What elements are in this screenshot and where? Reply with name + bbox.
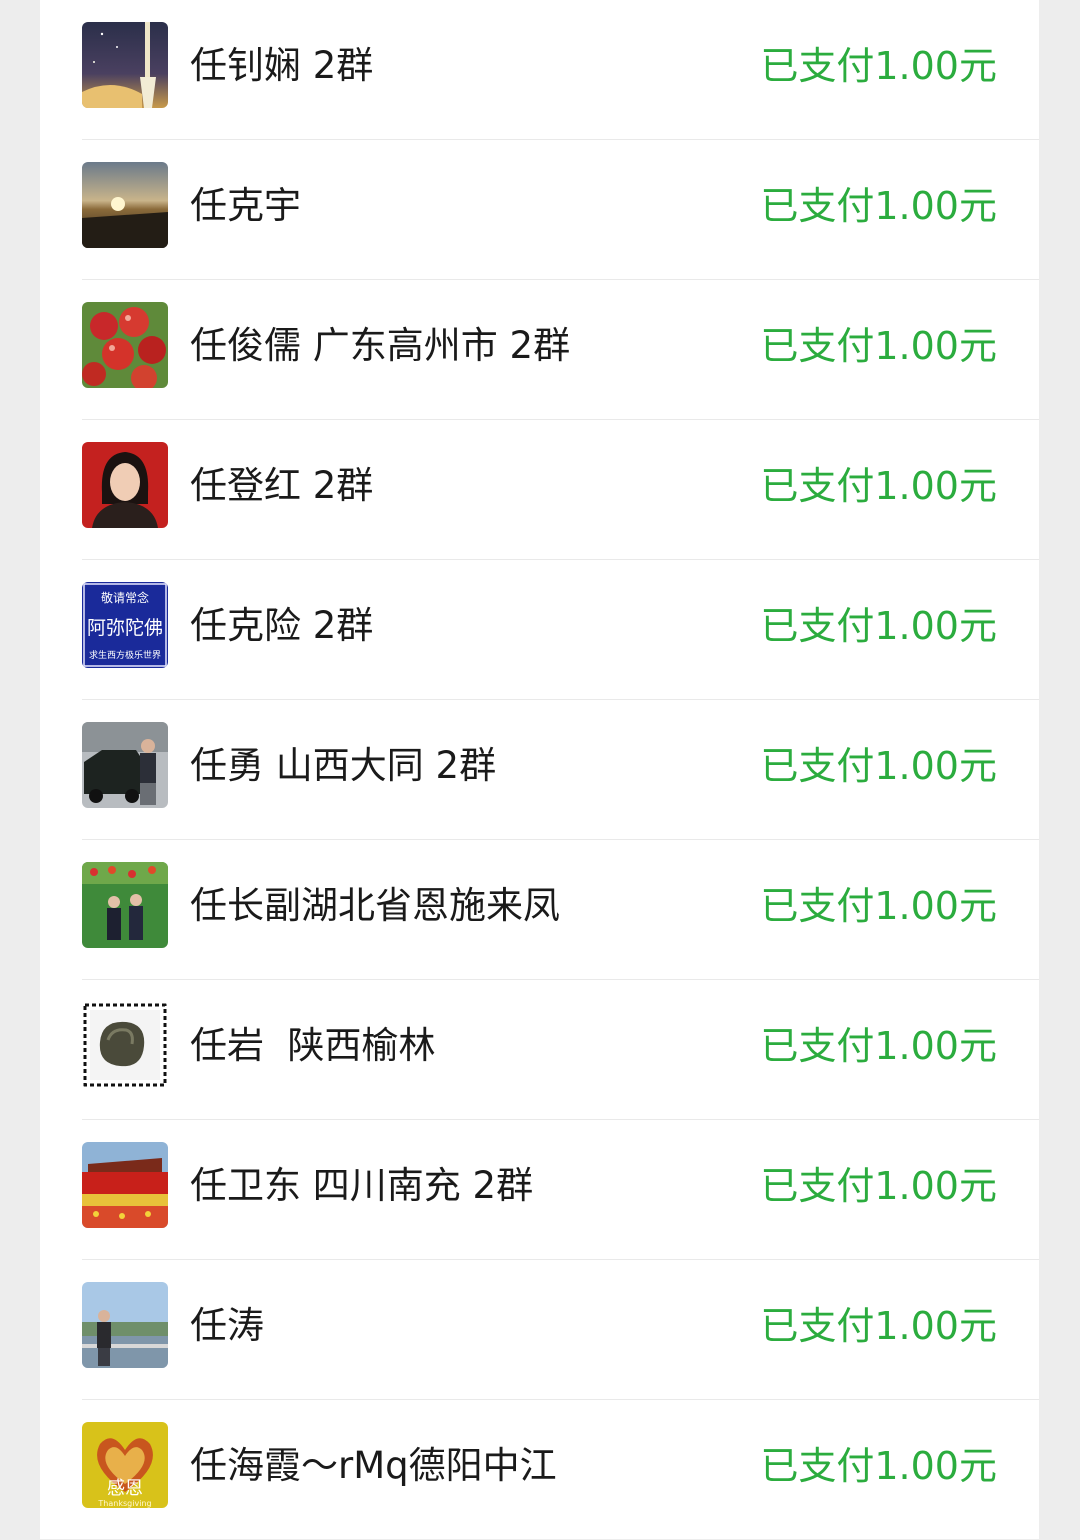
sunrise-clouds-avatar xyxy=(82,162,168,248)
list-item[interactable]: 任长副湖北省恩施来凤 已支付1.00元 xyxy=(40,840,1039,980)
member-list: 任钊娴 2群 已支付1.00元 任克宇 已支付1.00元 任俊儒 广东高州市 2… xyxy=(40,0,1039,1540)
payment-status: 已支付1.00元 xyxy=(760,1024,997,1068)
payment-status: 已支付1.00元 xyxy=(760,604,997,648)
list-item[interactable]: 任岩 陕西榆林 已支付1.00元 xyxy=(40,980,1039,1120)
avatar-text-main: 感恩 xyxy=(107,1478,143,1499)
member-name: 任俊儒 广东高州市 2群 xyxy=(190,324,571,367)
member-name: 任钊娴 2群 xyxy=(190,44,374,87)
list-item[interactable]: 任克宇 已支付1.00元 xyxy=(40,140,1039,280)
member-name: 任勇 山西大同 2群 xyxy=(190,744,497,787)
avatar-text-main: 阿弥陀佛 xyxy=(87,617,163,639)
list-item[interactable]: 感恩 Thanksgiving 任海霞～rMq德阳中江 已支付1.00元 xyxy=(40,1400,1039,1540)
avatar[interactable] xyxy=(82,1002,168,1088)
avatar[interactable] xyxy=(82,1142,168,1228)
avatar[interactable] xyxy=(82,1282,168,1368)
payment-status: 已支付1.00元 xyxy=(760,464,997,508)
tiananmen-flowers-avatar xyxy=(82,1142,168,1228)
list-item[interactable]: 任涛 已支付1.00元 xyxy=(40,1260,1039,1400)
list-item[interactable]: 任勇 山西大同 2群 已支付1.00元 xyxy=(40,700,1039,840)
payment-list-panel: 任钊娴 2群 已支付1.00元 任克宇 已支付1.00元 任俊儒 广东高州市 2… xyxy=(40,0,1039,1539)
member-name: 任岩 陕西榆林 xyxy=(190,1024,436,1067)
avatar[interactable]: 感恩 Thanksgiving xyxy=(82,1422,168,1508)
avatar[interactable] xyxy=(82,302,168,388)
avatar-text-bottom: 求生西方极乐世界 xyxy=(89,649,161,661)
member-name: 任克险 2群 xyxy=(190,604,374,647)
avatar[interactable] xyxy=(82,162,168,248)
avatar-text-top: 敬请常念 xyxy=(101,590,149,605)
member-name: 任卫东 四川南充 2群 xyxy=(190,1164,534,1207)
man-by-river-avatar xyxy=(82,1282,168,1368)
stamp-stone-avatar xyxy=(82,1002,168,1088)
payment-status: 已支付1.00元 xyxy=(760,1304,997,1348)
member-name: 任登红 2群 xyxy=(190,464,374,507)
avatar[interactable] xyxy=(82,22,168,108)
member-name: 任涛 xyxy=(190,1304,264,1347)
avatar[interactable] xyxy=(82,722,168,808)
payment-status: 已支付1.00元 xyxy=(760,744,997,788)
woman-portrait-avatar xyxy=(82,442,168,528)
list-item[interactable]: 任钊娴 2群 已支付1.00元 xyxy=(40,0,1039,140)
payment-status: 已支付1.00元 xyxy=(760,1164,997,1208)
avatar-text-sub: Thanksgiving xyxy=(97,1499,151,1508)
avatar[interactable] xyxy=(82,862,168,948)
avatar[interactable]: 敬请常念 阿弥陀佛 求生西方极乐世界 xyxy=(82,582,168,668)
list-item[interactable]: 任俊儒 广东高州市 2群 已支付1.00元 xyxy=(40,280,1039,420)
night-sky-tassel-avatar xyxy=(82,22,168,108)
couple-flower-garden-avatar xyxy=(82,862,168,948)
payment-status: 已支付1.00元 xyxy=(760,884,997,928)
buddhist-text-avatar: 敬请常念 阿弥陀佛 求生西方极乐世界 xyxy=(82,582,168,668)
list-item[interactable]: 敬请常念 阿弥陀佛 求生西方极乐世界 任克险 2群 已支付1.00元 xyxy=(40,560,1039,700)
member-name: 任长副湖北省恩施来凤 xyxy=(190,884,560,927)
avatar[interactable] xyxy=(82,442,168,528)
payment-status: 已支付1.00元 xyxy=(760,1444,997,1488)
list-item[interactable]: 任登红 2群 已支付1.00元 xyxy=(40,420,1039,560)
payment-status: 已支付1.00元 xyxy=(760,324,997,368)
list-item[interactable]: 任卫东 四川南充 2群 已支付1.00元 xyxy=(40,1120,1039,1260)
heart-hands-avatar: 感恩 Thanksgiving xyxy=(82,1422,168,1508)
member-name: 任克宇 xyxy=(190,184,301,227)
payment-status: 已支付1.00元 xyxy=(760,184,997,228)
red-apples-avatar xyxy=(82,302,168,388)
payment-status: 已支付1.00元 xyxy=(760,44,997,88)
man-with-car-avatar xyxy=(82,722,168,808)
member-name: 任海霞～rMq德阳中江 xyxy=(190,1444,557,1487)
